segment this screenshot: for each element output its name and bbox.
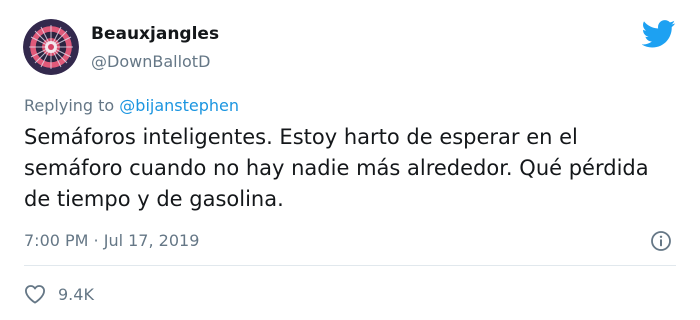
tweet-text: Semáforos inteligentes. Estoy harto de e… bbox=[24, 125, 649, 211]
display-name[interactable]: Beauxjangles bbox=[91, 24, 219, 44]
reply-mention-link[interactable]: @bijanstephen bbox=[119, 96, 239, 115]
avatar[interactable] bbox=[23, 19, 79, 75]
user-handle[interactable]: @DownBallotD bbox=[91, 52, 210, 71]
tweet-timestamp[interactable]: 7:00 PM · Jul 17, 2019 bbox=[24, 231, 199, 250]
replying-to-label: Replying to bbox=[24, 96, 115, 115]
info-icon[interactable] bbox=[650, 230, 672, 252]
replying-to: Replying to @bijanstephen bbox=[24, 96, 239, 115]
like-count: 9.4K bbox=[58, 284, 94, 304]
like-button[interactable]: 9.4K bbox=[24, 283, 94, 305]
avatar-image bbox=[29, 25, 73, 69]
divider bbox=[24, 265, 676, 266]
heart-icon bbox=[24, 285, 45, 304]
twitter-bird-icon[interactable] bbox=[642, 20, 676, 48]
